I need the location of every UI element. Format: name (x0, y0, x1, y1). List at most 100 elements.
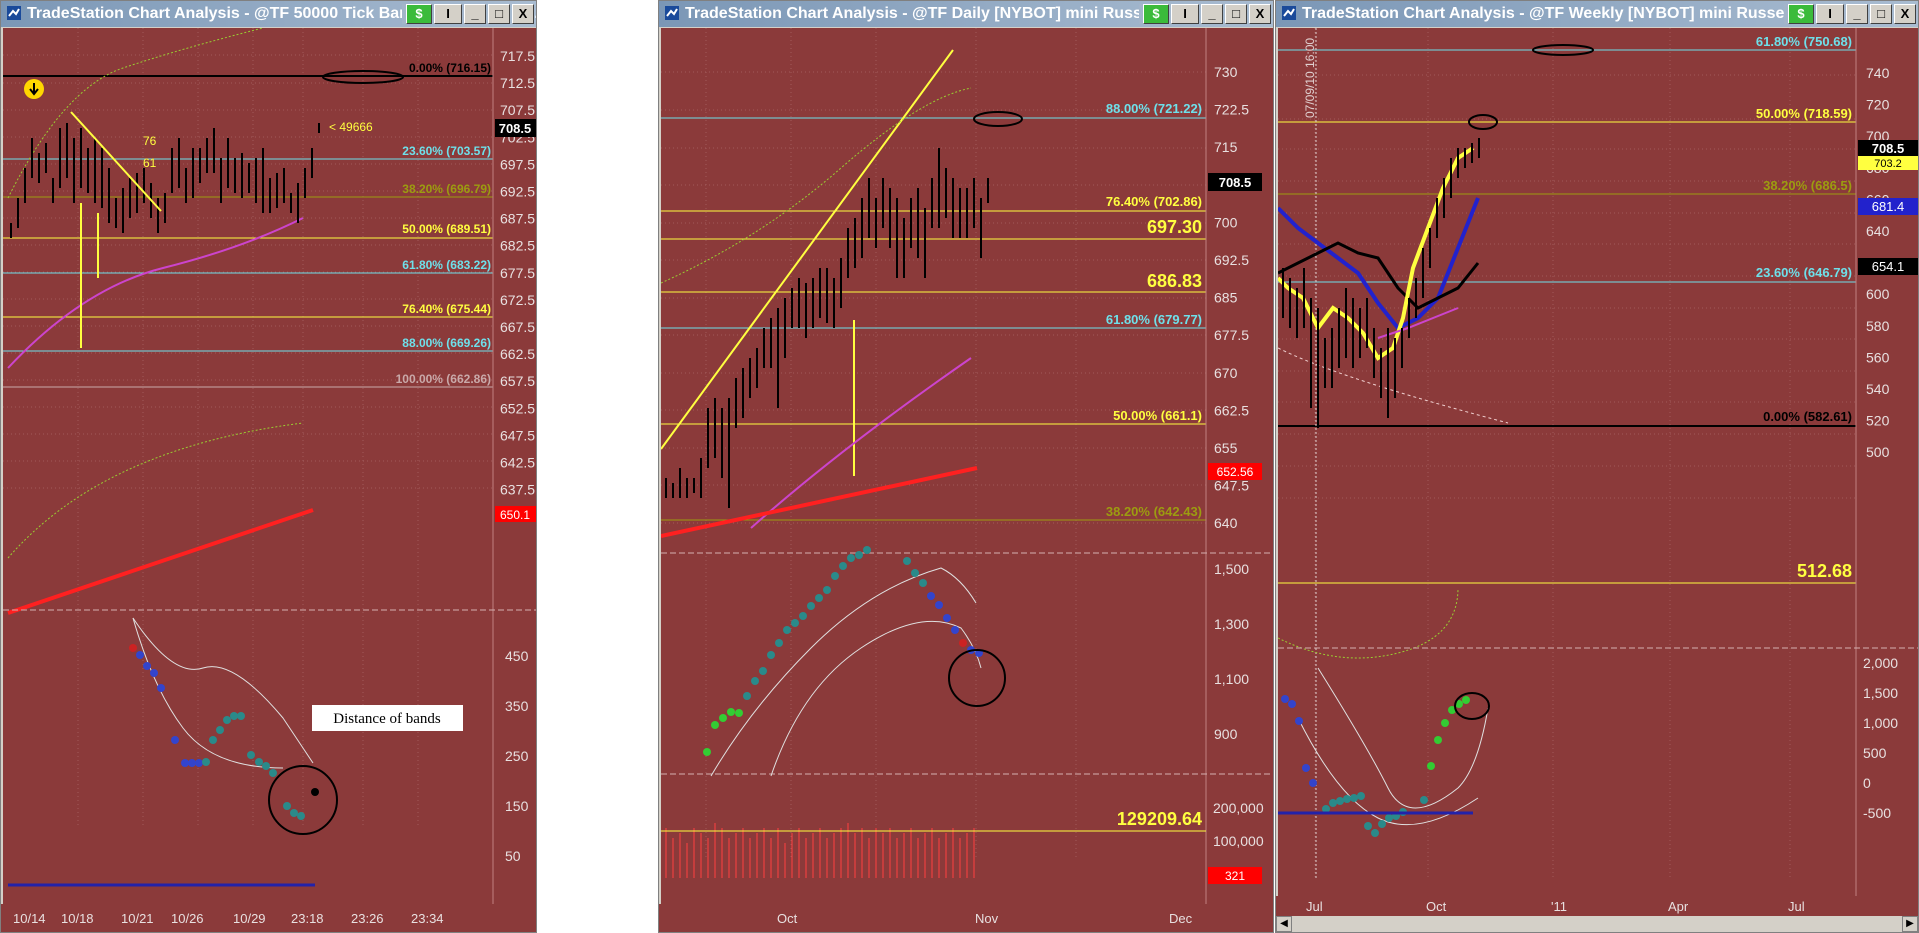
minimize-button[interactable]: _ (1201, 4, 1223, 24)
fib-label-764: 76.40% (675.44) (402, 302, 491, 316)
price-tick-label: 712.5 (500, 75, 535, 91)
price-tick-label: 715 (1214, 139, 1238, 155)
price-tick-label: 677.5 (1214, 327, 1249, 343)
osc-tick-label: 1,500 (1214, 561, 1249, 577)
time-tick-label: 10/18 (61, 911, 94, 926)
last-price-label: 708.5 (1872, 141, 1905, 156)
price-tick-label: 655 (1214, 440, 1238, 456)
fib-label-0: 0.00% (716.15) (409, 61, 491, 75)
annotation-61: 61 (143, 156, 157, 170)
time-tick-label: Jul (1788, 899, 1805, 914)
scroll-left-arrow[interactable]: ◀ (1276, 916, 1292, 932)
date-cursor-label: 07/09/10 16:00 (1303, 38, 1317, 118)
dollar-button[interactable]: $ (1143, 4, 1169, 24)
fib-label-618: 61.80% (750.68) (1756, 34, 1852, 49)
price-tick-label: 657.5 (500, 373, 535, 389)
osc-tick-label: 1,000 (1863, 715, 1898, 731)
close-button[interactable]: X (1249, 4, 1271, 24)
price-tick-label: 652.5 (500, 400, 535, 416)
price-tick-label: 692.5 (500, 184, 535, 200)
black-ma-label: 654.1 (1872, 259, 1905, 274)
fib-label-764: 76.40% (702.86) (1106, 194, 1202, 209)
fib-label-618: 61.80% (683.22) (402, 258, 491, 272)
dollar-button[interactable]: $ (1788, 4, 1814, 24)
chart-canvas[interactable]: 61.80% (750.68) 50.00% (718.59) 38.20% (… (1278, 28, 1918, 908)
fib-label-618: 61.80% (679.77) (1106, 312, 1202, 327)
chart-canvas[interactable]: 0.00% (716.15) 23.60% (703.57) 38.20% (6… (3, 28, 536, 908)
price-tick-label: 685 (1214, 290, 1238, 306)
price-tick-label: 640 (1866, 223, 1890, 239)
annotation-76: 76 (143, 134, 157, 148)
fib-label-236: 23.60% (703.57) (402, 144, 491, 158)
osc-tick-label: 350 (505, 698, 529, 714)
horizontal-scrollbar[interactable]: ◀ ▶ (1276, 916, 1918, 932)
time-axis: Jul Oct '11 Apr Jul (1276, 896, 1918, 916)
indicator-dropdown-button[interactable]: I (1816, 4, 1844, 24)
osc-tick-label: 1,100 (1214, 671, 1249, 687)
maximize-button[interactable]: □ (1225, 4, 1247, 24)
indicator-dropdown-button[interactable]: I (1171, 4, 1199, 24)
price-tick-label: 662.5 (1214, 402, 1249, 418)
chart-window-weekly[interactable]: TradeStation Chart Analysis - @TF Weekly… (1275, 0, 1919, 933)
fib-label-50: 50.00% (661.1) (1113, 408, 1202, 423)
chart-area[interactable]: 0.00% (716.15) 23.60% (703.57) 38.20% (6… (3, 28, 536, 908)
title-bar[interactable]: TradeStation Chart Analysis - @TF Daily … (659, 1, 1273, 27)
price-tick-label: 540 (1866, 381, 1890, 397)
title-bar[interactable]: TradeStation Chart Analysis - @TF 50000 … (1, 1, 536, 27)
dollar-button[interactable]: $ (406, 4, 432, 24)
time-tick-label: Oct (777, 911, 798, 926)
time-tick-label: 10/29 (233, 911, 266, 926)
fib-label-88: 88.00% (721.22) (1106, 101, 1202, 116)
indicator-dropdown-button[interactable]: I (434, 4, 462, 24)
ma-price-label: 650.1 (500, 508, 530, 522)
price-tick-label: 697.5 (500, 156, 535, 172)
chart-background (3, 28, 536, 908)
app-icon (7, 6, 21, 20)
maximize-button[interactable]: □ (488, 4, 510, 24)
osc-tick-label: 1,300 (1214, 616, 1249, 632)
chart-area[interactable]: 88.00% (721.22) 76.40% (702.86) 61.80% (… (661, 28, 1273, 908)
minimize-button[interactable]: _ (1846, 4, 1868, 24)
time-tick-label: 23:34 (411, 911, 444, 926)
chart-area[interactable]: 61.80% (750.68) 50.00% (718.59) 38.20% (… (1278, 28, 1918, 908)
time-tick-label: Nov (975, 911, 999, 926)
chart-canvas[interactable]: 88.00% (721.22) 76.40% (702.86) 61.80% (… (661, 28, 1273, 908)
time-tick-label: 10/26 (171, 911, 204, 926)
osc-tick-label: 1,500 (1863, 685, 1898, 701)
volume-red-label: 321 (1225, 869, 1245, 883)
chart-window-tickbar[interactable]: TradeStation Chart Analysis - @TF 50000 … (0, 0, 537, 933)
close-button[interactable]: X (1894, 4, 1916, 24)
minimize-button[interactable]: _ (464, 4, 486, 24)
fib-label-0: 0.00% (582.61) (1763, 409, 1852, 424)
price-tick-label: 687.5 (500, 211, 535, 227)
level-label-512: 512.68 (1797, 561, 1852, 581)
title-bar[interactable]: TradeStation Chart Analysis - @TF Weekly… (1276, 1, 1918, 27)
chart-window-daily[interactable]: TradeStation Chart Analysis - @TF Daily … (658, 0, 1274, 933)
time-tick-label: Dec (1169, 911, 1193, 926)
blue-ma-label: 681.4 (1872, 199, 1905, 214)
price-tick-label: 662.5 (500, 346, 535, 362)
maximize-button[interactable]: □ (1870, 4, 1892, 24)
osc-tick-label: 2,000 (1863, 655, 1898, 671)
osc-tick-label: 450 (505, 648, 529, 664)
price-tick-label: 700 (1214, 214, 1238, 230)
price-tick-label: 667.5 (500, 319, 535, 335)
close-button[interactable]: X (512, 4, 534, 24)
bands-label: Distance of bands (333, 711, 441, 727)
volume-tick-label: 200,000 (1213, 800, 1264, 816)
fib-label-50: 50.00% (689.51) (402, 222, 491, 236)
tick-count-note: < 49666 (329, 120, 373, 134)
time-tick-label: Jul (1306, 899, 1323, 914)
price-tick-label: 600 (1866, 286, 1890, 302)
time-axis: 10/14 10/18 10/21 10/26 10/29 23:18 23:26 23:34 (1, 904, 536, 932)
fib-label-382: 38.20% (686.5) (1763, 178, 1852, 193)
ma-price-label: 652.56 (1217, 465, 1254, 479)
fib-label-100: 100.00% (662.86) (396, 372, 491, 386)
price-tick-label: 560 (1866, 349, 1890, 365)
last-price-label: 708.5 (499, 121, 532, 136)
scroll-right-arrow[interactable]: ▶ (1902, 916, 1918, 932)
fib-label-50: 50.00% (718.59) (1756, 106, 1852, 121)
chart-background (661, 28, 1273, 908)
app-icon (665, 6, 679, 20)
price-tick-label: 682.5 (500, 238, 535, 254)
